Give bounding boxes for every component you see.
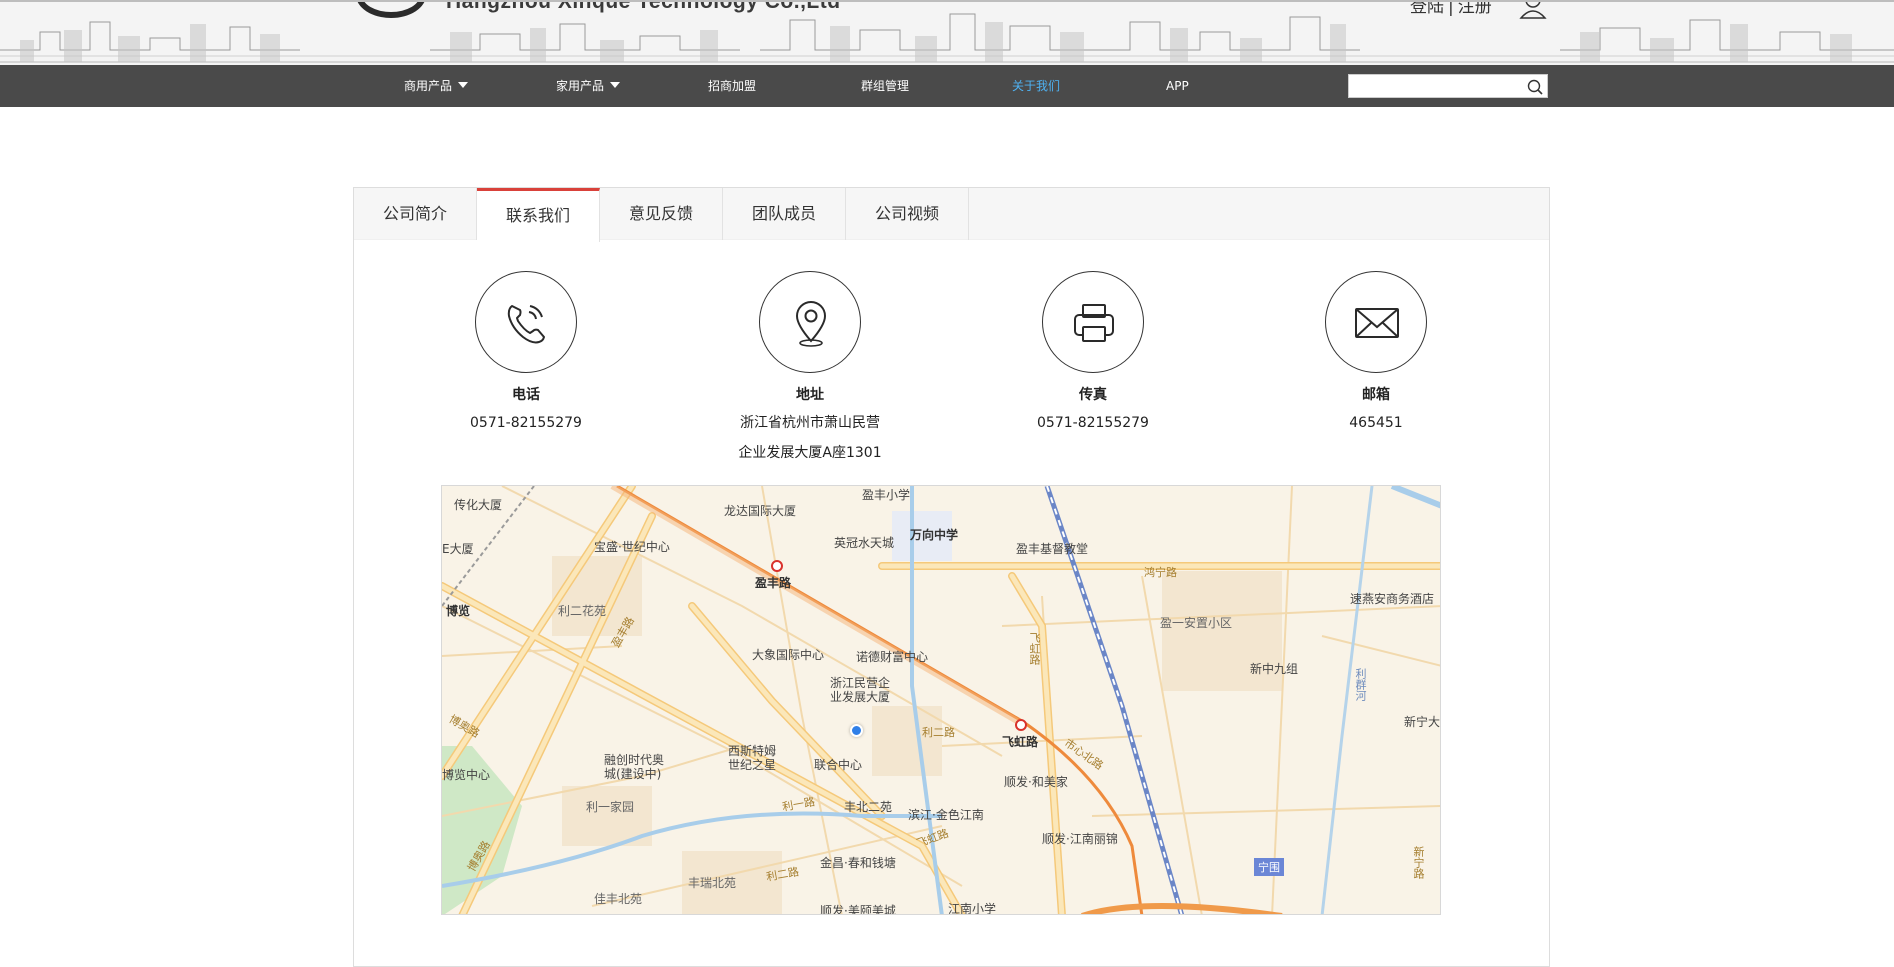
- map-label: E大厦: [442, 542, 474, 556]
- map-label: 鸿宁路: [1144, 566, 1177, 579]
- chevron-down-icon: [610, 82, 621, 88]
- location-icon-circle: [759, 271, 861, 373]
- map-label: 英冠水天城: [834, 536, 895, 550]
- map-label: 佳丰北苑: [594, 892, 643, 906]
- tab-feedback[interactable]: 意见反馈: [600, 188, 723, 240]
- tab-company-intro[interactable]: 公司简介: [354, 188, 477, 240]
- nav-item-about-us[interactable]: 关于我们: [1012, 65, 1060, 107]
- contact-phone: 电话 0571-82155279: [426, 271, 626, 434]
- map-label: 新中九组: [1250, 662, 1299, 676]
- map-label: 大象国际中心: [752, 648, 825, 662]
- map-label: 宁围: [1254, 858, 1284, 876]
- map-label: 顺发·和美家: [1004, 775, 1068, 789]
- map-label: 万向中学: [910, 528, 959, 542]
- phone-icon: [507, 305, 545, 344]
- nav-item-group-management[interactable]: 群组管理: [861, 65, 909, 107]
- nav-item-home-products[interactable]: 家用产品: [556, 65, 621, 107]
- main-nav: 商用产品 家用产品 招商加盟 群组管理 关于我们 APP: [0, 65, 1894, 107]
- location-pin-icon: [795, 301, 827, 347]
- nav-item-commercial-products[interactable]: 商用产品: [404, 65, 469, 107]
- map-label: 盈丰小学: [862, 488, 911, 502]
- nav-item-franchise[interactable]: 招商加盟: [708, 65, 756, 107]
- email-value: 465451: [1349, 415, 1403, 431]
- map-label: 新宁大: [1404, 715, 1441, 729]
- map-label: 新宁路: [1412, 846, 1425, 879]
- map-label: 利二花苑: [558, 604, 607, 618]
- map-label: 滨江·金色江南: [908, 808, 984, 822]
- auth-links: 登陆 | 注册: [1410, 0, 1492, 17]
- email-title: 邮箱: [1362, 387, 1390, 403]
- map-label: 浙江民营企 业发展大厦: [830, 676, 891, 704]
- phone-value: 0571-82155279: [470, 415, 582, 431]
- address-line-2: 企业发展大厦A座1301: [738, 445, 882, 461]
- printer-icon-circle: [1042, 271, 1144, 373]
- phone-title: 电话: [512, 387, 540, 403]
- map-label: 飞虹路: [1028, 632, 1041, 665]
- map-label: 龙达国际大厦: [724, 504, 797, 518]
- tab-contact-us[interactable]: 联系我们: [477, 188, 600, 242]
- location-map[interactable]: 传化大厦 盈丰小学 龙达国际大厦 万向中学 英冠水天城 宝盛·世纪中心 E大厦 …: [441, 485, 1441, 915]
- map-label: 盈丰路: [755, 576, 792, 590]
- envelope-icon: [1355, 308, 1399, 338]
- search-input[interactable]: [1349, 75, 1525, 97]
- contact-fax: 传真 0571-82155279: [993, 271, 1193, 434]
- map-label: 顺发·江南丽锦: [1042, 832, 1118, 846]
- map-label: 江南小学: [948, 902, 997, 915]
- login-link[interactable]: 登陆: [1410, 2, 1444, 17]
- map-label: 融创时代奥 城(建设中): [604, 753, 665, 781]
- nav-item-app[interactable]: APP: [1166, 65, 1189, 107]
- map-roads: [442, 486, 1440, 914]
- site-header: Hangzhou Xinque Technology Co.,Ltd 登陆 | 注册: [0, 0, 1894, 65]
- tab-team-members[interactable]: 团队成员: [723, 188, 846, 240]
- address-line-1: 浙江省杭州市萧山民营: [740, 415, 880, 431]
- map-label: 金昌·春和钱塘: [820, 856, 896, 870]
- nav-label: 家用产品: [556, 79, 605, 93]
- auth-separator: |: [1448, 0, 1454, 17]
- map-label: 飞虹路: [1002, 735, 1039, 749]
- map-label: 顺发·美颐美城: [820, 904, 896, 915]
- map-label: 博览: [446, 604, 471, 618]
- user-icon[interactable]: [1518, 0, 1548, 20]
- map-label: 西斯特姆 世纪之星: [728, 744, 777, 772]
- register-link[interactable]: 注册: [1458, 2, 1492, 17]
- map-label: 利群河: [1354, 668, 1367, 701]
- metro-station-icon[interactable]: [1015, 719, 1027, 731]
- metro-station-icon[interactable]: [771, 560, 783, 572]
- printer-icon: [1074, 304, 1114, 342]
- city-skyline-banner: [0, 13, 1894, 63]
- chevron-down-icon: [458, 82, 469, 88]
- map-label: 诺德财富中心: [856, 650, 929, 664]
- map-label: 博览中心: [442, 768, 491, 782]
- nav-label: 商用产品: [404, 79, 453, 93]
- fax-title: 传真: [1079, 387, 1107, 403]
- map-label: 盈丰基督教堂: [1016, 542, 1089, 556]
- envelope-icon-circle: [1325, 271, 1427, 373]
- tab-company-video[interactable]: 公司视频: [846, 188, 969, 240]
- phone-icon-circle: [475, 271, 577, 373]
- company-name: Hangzhou Xinque Technology Co.,Ltd: [446, 0, 841, 13]
- map-label: 联合中心: [814, 758, 863, 772]
- map-label: 盈一安置小区: [1160, 616, 1233, 630]
- search-icon[interactable]: [1526, 78, 1544, 96]
- map-label: 利二路: [922, 726, 955, 739]
- company-location-marker[interactable]: [850, 724, 863, 737]
- contact-email: 邮箱 465451: [1276, 271, 1476, 434]
- map-label: 利一家园: [586, 800, 635, 814]
- map-label: 传化大厦: [454, 498, 503, 512]
- map-label: 速燕安商务酒店: [1350, 592, 1435, 606]
- search-box: [1348, 74, 1548, 98]
- address-title: 地址: [796, 387, 824, 403]
- map-label: 宝盛·世纪中心: [594, 540, 670, 554]
- contact-address: 地址 浙江省杭州市萧山民营 企业发展大厦A座1301: [710, 271, 910, 464]
- fax-value: 0571-82155279: [1037, 415, 1149, 431]
- map-label: 丰北二苑: [844, 800, 893, 814]
- about-tabs: 公司简介 联系我们 意见反馈 团队成员 公司视频: [354, 188, 1549, 242]
- map-label: 丰瑞北苑: [688, 876, 737, 890]
